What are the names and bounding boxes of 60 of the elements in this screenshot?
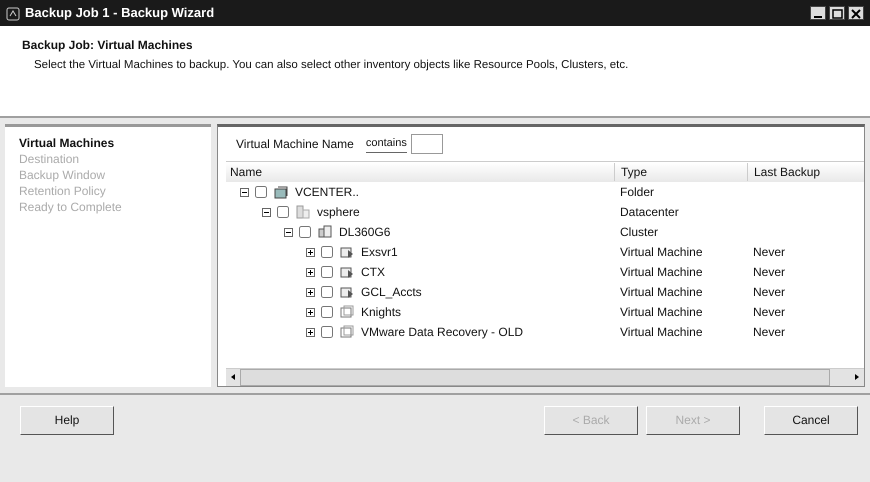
table-cell-text: Virtual Machine [619, 264, 704, 281]
expand-icon[interactable] [306, 268, 315, 276]
tree-item-name[interactable]: GCL_Accts [361, 283, 422, 301]
expand-icon[interactable] [306, 328, 315, 336]
maximize-button[interactable] [829, 6, 845, 20]
wizard-step[interactable]: Virtual Machines [19, 135, 197, 151]
expand-icon[interactable] [306, 308, 315, 316]
help-button[interactable]: Help [20, 406, 114, 434]
tree-item-name[interactable]: Knights [361, 303, 402, 321]
table-cell-text: Datacenter [619, 204, 680, 221]
tree-item-name[interactable]: CTX [361, 263, 385, 281]
table-cell: Never [753, 285, 786, 299]
tree-item-name[interactable]: VMware Data Recovery - OLD [361, 323, 524, 341]
checkbox[interactable] [299, 226, 311, 238]
vm-icon [339, 324, 355, 340]
page-heading: Backup Job: Virtual Machines [22, 37, 194, 54]
checkbox[interactable] [255, 186, 267, 198]
checkbox[interactable] [321, 246, 333, 258]
tree-item-name[interactable]: Exsvr1 [361, 243, 398, 261]
tree-item-name[interactable]: vsphere [317, 203, 360, 221]
expand-icon[interactable] [306, 288, 315, 296]
column-header[interactable]: Type [614, 163, 747, 181]
cancel-button[interactable]: Cancel [764, 406, 858, 434]
table-cell: Never [753, 245, 786, 259]
table-cell: Never [753, 305, 786, 319]
table-cell-text: Virtual Machine [619, 284, 704, 301]
tree-item-name[interactable]: VCENTER.. [295, 183, 360, 201]
collapse-icon[interactable] [240, 188, 249, 196]
collapse-icon[interactable] [284, 228, 293, 236]
checkbox[interactable] [321, 326, 333, 338]
table-cell: Never [753, 325, 786, 339]
table-cell-text: Folder [619, 184, 656, 201]
column-header[interactable]: Name [226, 163, 614, 181]
checkbox[interactable] [321, 286, 333, 298]
folder-icon [273, 184, 289, 200]
building-icon [295, 204, 311, 220]
minimize-icon [814, 16, 822, 18]
maximize-icon [832, 9, 843, 19]
close-icon [851, 9, 861, 19]
minimize-button[interactable] [810, 6, 826, 20]
operator-dropdown[interactable]: contains [366, 135, 407, 153]
table-cell-text: Virtual Machine [619, 304, 704, 321]
window-title: Backup Job 1 - Backup Wizard [25, 4, 216, 22]
column-header[interactable]: Last Backup [747, 163, 857, 181]
expand-icon[interactable] [306, 248, 315, 256]
checkbox[interactable] [321, 306, 333, 318]
checkbox[interactable] [321, 266, 333, 278]
cluster-icon [317, 224, 333, 240]
checkbox[interactable] [277, 206, 289, 218]
tree-item-name[interactable]: DL360G6 [339, 223, 390, 241]
table-cell: Never [753, 265, 786, 279]
table-cell-text: Cluster [619, 224, 660, 241]
filter-label: Virtual Machine Name [236, 136, 354, 153]
page-description: Select the Virtual Machines to backup. You can also select other inventory objects like Resource Pools, Clusters, etc. [34, 58, 630, 73]
table-cell-text: Virtual Machine [619, 324, 704, 341]
collapse-icon[interactable] [262, 208, 271, 216]
table-cell-text: Virtual Machine [619, 244, 704, 261]
close-button[interactable] [848, 6, 864, 20]
filter-input[interactable] [410, 134, 443, 154]
vm-icon [339, 304, 355, 320]
